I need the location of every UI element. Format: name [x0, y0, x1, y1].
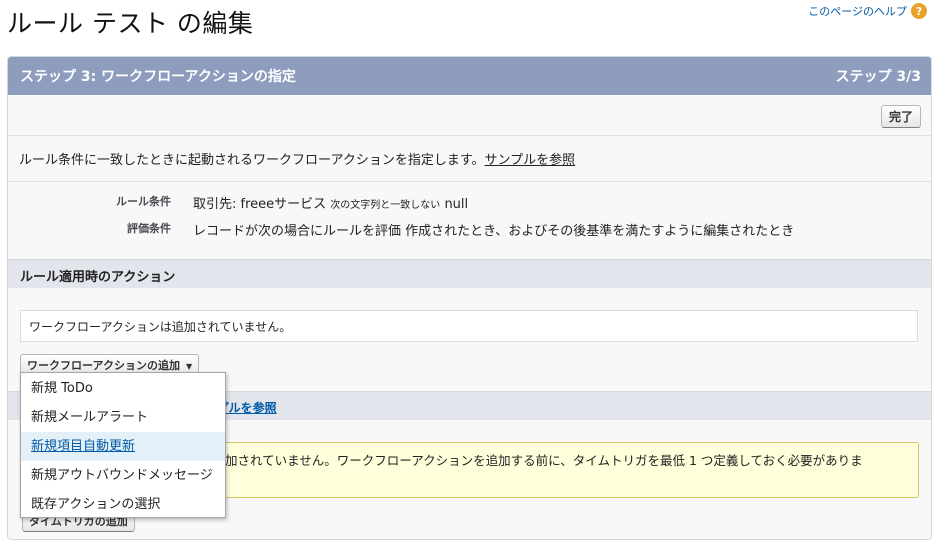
finish-button[interactable]: 完了 — [880, 105, 921, 128]
menu-item-new-email-alert[interactable]: 新規メールアラート — [21, 403, 225, 432]
divider — [8, 181, 931, 182]
criteria-operator: 次の文字列と一致しない — [330, 200, 441, 211]
no-actions-message: ワークフローアクションは追加されていません。 — [29, 320, 292, 334]
warning-text: 加されていません。ワークフローアクションを追加する前に、タイムトリガを最低 1 … — [225, 453, 863, 468]
chevron-down-icon[interactable]: ▼ — [186, 362, 192, 371]
panel-header: ステップ 3: ワークフローアクションの指定 ステップ 3/3 — [8, 57, 931, 95]
criteria-target: null — [444, 197, 469, 212]
description-text: ルール条件に一致したときに起動されるワークフローアクションを指定します。 — [19, 153, 485, 168]
step-title: ステップ 3: ワークフローアクションの指定 — [20, 69, 296, 85]
menu-item-select-existing-action[interactable]: 既存アクションの選択 — [21, 490, 225, 519]
help-link-label[interactable]: このページのヘルプ — [808, 3, 907, 19]
rule-criteria-label: ルール条件 — [116, 195, 171, 208]
page-title: ルール テスト の編集 — [7, 9, 254, 38]
menu-item-new-field-update[interactable]: 新規項目自動更新 — [21, 432, 225, 461]
criteria-field: 取引先: freeeサービス — [193, 197, 327, 212]
finish-row: 完了 — [880, 105, 921, 128]
add-workflow-action-label[interactable]: ワークフローアクションの追加 — [27, 359, 180, 372]
eval-criteria-value: レコードが次の場合にルールを評価 作成されたとき、およびその後基準を満たすように… — [193, 224, 795, 239]
help-link[interactable]: このページのヘルプ ? — [808, 3, 927, 19]
menu-item-new-todo[interactable]: 新規 ToDo — [21, 374, 225, 403]
add-action-dropdown-menu[interactable]: 新規 ToDo 新規メールアラート 新規項目自動更新 新規アウトバウンドメッセー… — [20, 372, 226, 518]
step-description: ルール条件に一致したときに起動されるワークフローアクションを指定します。サンプル… — [19, 149, 575, 168]
eval-criteria-label: 評価条件 — [127, 222, 171, 235]
rule-criteria-value: 取引先: freeeサービス 次の文字列と一致しない null — [193, 193, 468, 212]
step-indicator: ステップ 3/3 — [835, 69, 921, 85]
no-actions-box: ワークフローアクションは追加されていません。 — [20, 310, 918, 342]
question-circle-icon[interactable]: ? — [911, 3, 927, 19]
sample-link[interactable]: サンプルを参照 — [485, 153, 576, 168]
immediate-actions-heading: ルール適用時のアクション — [8, 259, 931, 288]
immediate-actions-title: ルール適用時のアクション — [20, 270, 176, 285]
menu-item-new-outbound-message[interactable]: 新規アウトバウンドメッセージ — [21, 461, 225, 490]
divider — [8, 135, 931, 136]
